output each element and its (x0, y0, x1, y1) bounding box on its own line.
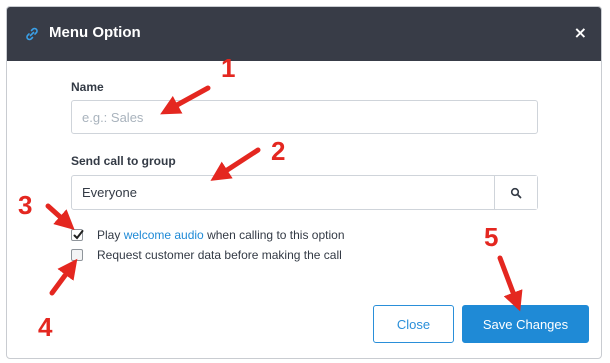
annotation-5: 5 (484, 222, 499, 252)
save-changes-button[interactable]: Save Changes (462, 305, 589, 343)
name-label: Name (71, 80, 104, 94)
request-data-text: Request customer data before making the … (97, 248, 342, 262)
annotation-2: 2 (271, 136, 286, 166)
group-value: Everyone (82, 185, 137, 200)
annotation-3: 3 (18, 190, 33, 220)
option-request-customer-data: Request customer data before making the … (71, 248, 342, 262)
search-icon (510, 187, 522, 198)
welcome-audio-link[interactable]: welcome audio (124, 228, 204, 242)
welcome-audio-checkbox[interactable] (71, 229, 84, 241)
group-label: Send call to group (71, 154, 176, 168)
group-select[interactable]: Everyone (71, 175, 538, 210)
close-button[interactable]: Close (373, 305, 454, 343)
welcome-audio-text-after: when calling to this option (203, 228, 345, 242)
group-search-button[interactable] (494, 176, 537, 209)
request-data-checkbox[interactable] (71, 249, 83, 261)
menu-option-dialog: Menu Option × Name Send call to group Ev… (6, 6, 602, 359)
dialog-header: Menu Option × (7, 7, 601, 61)
dialog-title: Menu Option (49, 24, 141, 41)
annotation-4: 4 (38, 312, 53, 342)
close-icon[interactable]: × (574, 23, 587, 42)
name-input[interactable] (71, 100, 538, 134)
option-welcome-audio: Play welcome audio when calling to this … (71, 228, 345, 242)
link-icon (24, 26, 40, 42)
annotation-1: 1 (221, 53, 236, 83)
welcome-audio-text-before: Play (97, 228, 124, 242)
